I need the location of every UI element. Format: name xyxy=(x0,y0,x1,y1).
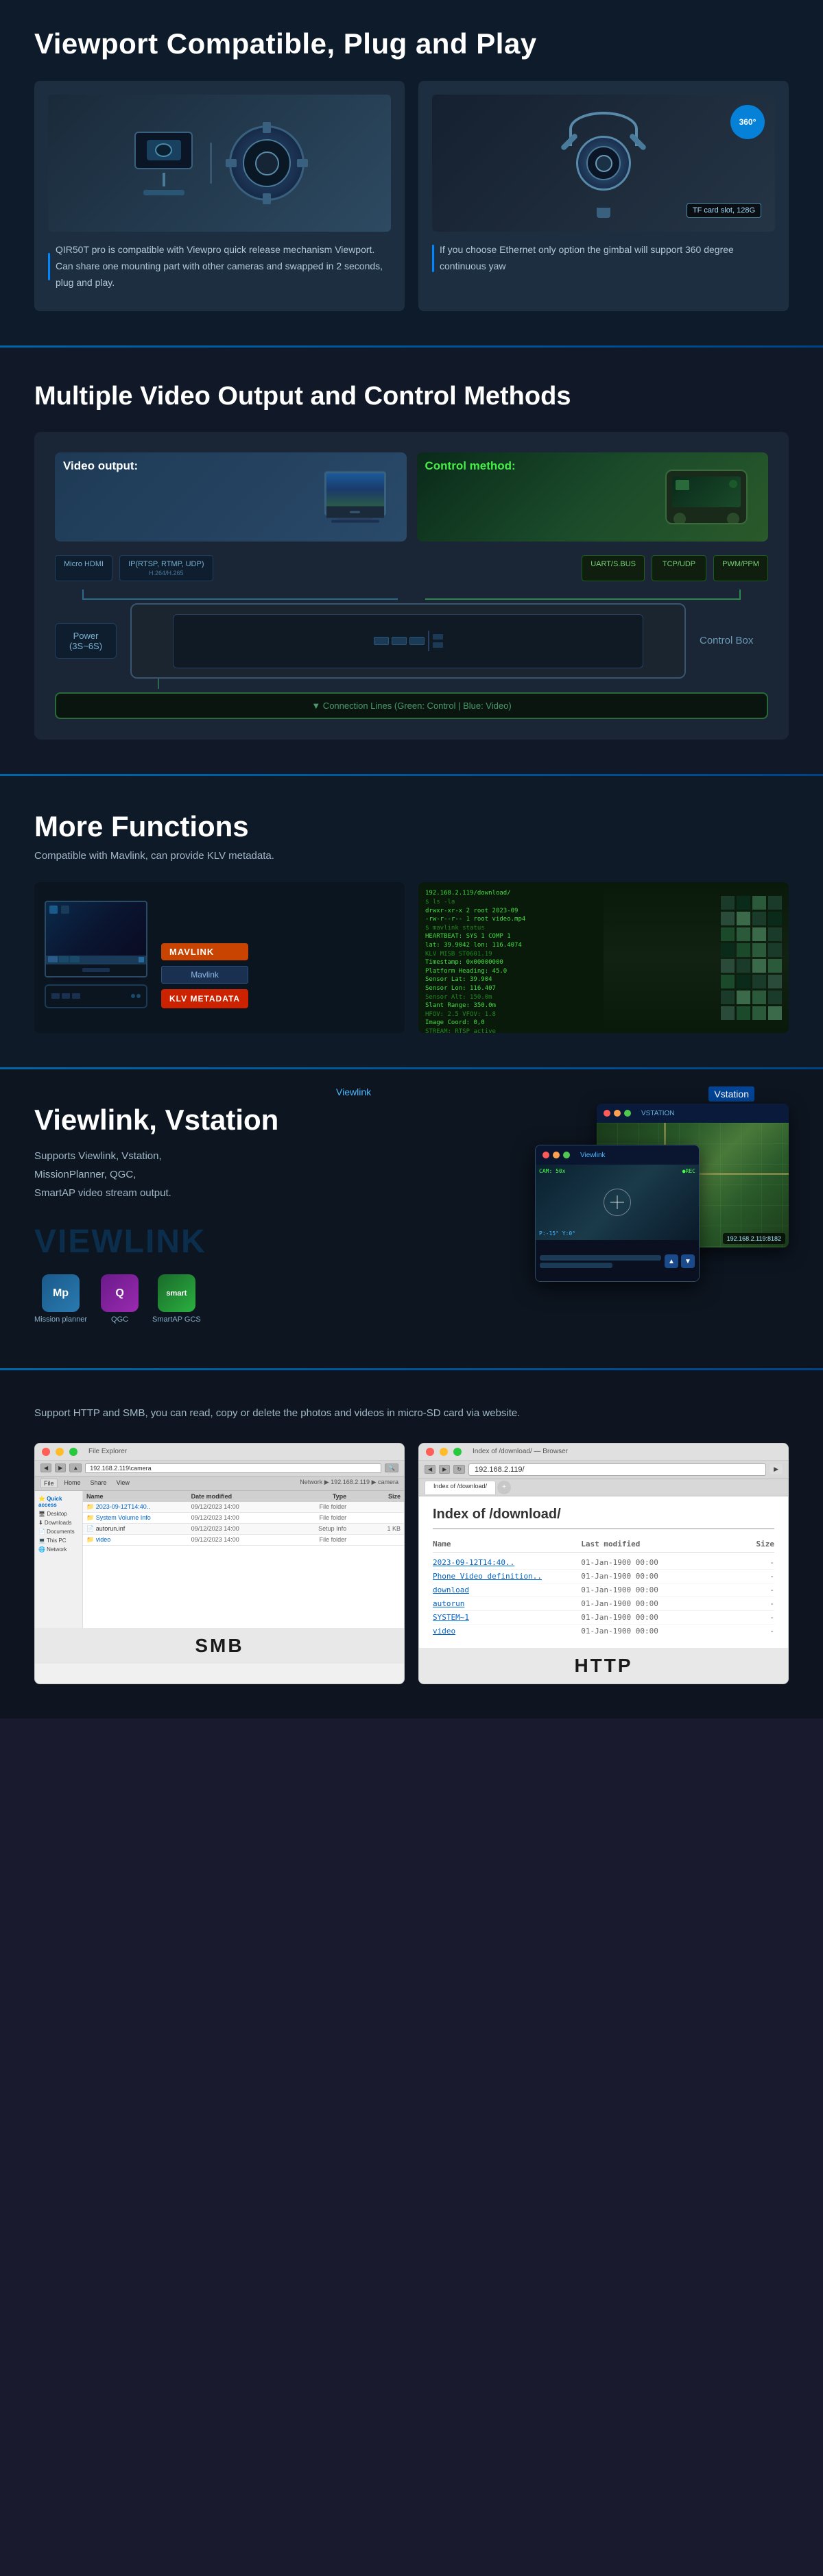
http-file-row-6[interactable]: video 01-Jan-1900 00:00 - xyxy=(433,1625,774,1638)
smb-box: File Explorer ◀ ▶ ▲ 192.168.2.119\camera… xyxy=(34,1443,405,1684)
card-left-desc: QIR50T pro is compatible with Viewpro qu… xyxy=(56,242,391,291)
home-menu[interactable]: Home xyxy=(62,1479,84,1488)
desktop-nav[interactable]: 🖥 Desktop xyxy=(38,1509,79,1518)
app-icons-row: Mp Mission planner Q QGC smart SmartAP G… xyxy=(34,1274,295,1324)
section-video: Multiple Video Output and Control Method… xyxy=(0,348,823,774)
app-label-qgc: QGC xyxy=(111,1315,128,1324)
video-output-label: Video output: xyxy=(63,459,138,473)
http-label: HTTP xyxy=(419,1648,788,1684)
win-min-btn-smb[interactable] xyxy=(56,1448,64,1456)
view-menu[interactable]: View xyxy=(114,1479,132,1488)
search-btn[interactable]: 🔍 xyxy=(385,1463,398,1472)
thispc-nav[interactable]: 💻 This PC xyxy=(38,1536,79,1545)
mavlink-sub-badge: Mavlink xyxy=(161,966,248,984)
win-max-btn-smb[interactable] xyxy=(69,1448,77,1456)
app-icon-smartap: smart SmartAP GCS xyxy=(152,1274,201,1324)
badge-360: 360° xyxy=(730,105,765,139)
back-btn[interactable]: ◀ xyxy=(40,1463,51,1472)
control-box-device xyxy=(130,603,686,679)
card-right-image: 360° TF card slot, 128G xyxy=(432,95,775,232)
smb-label: SMB xyxy=(35,1628,404,1664)
app-icon-mp: Mp Mission planner xyxy=(34,1274,87,1324)
section-functions: More Functions Compatible with Mavlink, … xyxy=(0,776,823,1067)
video-title: Multiple Video Output and Control Method… xyxy=(34,382,789,411)
terminal-box: 192.168.2.119/download/ $ ls -la drwxr-x… xyxy=(418,882,789,1033)
pwm-ppm-node: PWM/PPM xyxy=(713,555,768,581)
video-output-panel: Video output: xyxy=(55,452,407,542)
uart-sbus-node: UART/S.BUS xyxy=(582,555,645,581)
smb-address-bar[interactable]: 192.168.2.119\camera xyxy=(85,1463,381,1473)
win-max-btn-http[interactable] xyxy=(453,1448,462,1456)
forward-btn[interactable]: ▶ xyxy=(55,1463,66,1472)
video-diagram: Video output: Control method: xyxy=(34,432,789,740)
card-left-image xyxy=(48,95,391,232)
section-viewport: Viewport Compatible, Plug and Play xyxy=(0,0,823,345)
micro-hdmi-node: Micro HDMI xyxy=(55,555,112,581)
mavlink-box: MAVLINK Mavlink KLV METADATA xyxy=(34,882,405,1033)
functions-images: MAVLINK Mavlink KLV METADATA xyxy=(34,882,789,1033)
viewlink-title: Viewlink, Vstation xyxy=(34,1104,295,1137)
win-min-btn-http[interactable] xyxy=(440,1448,448,1456)
http-file-row-4[interactable]: autorun 01-Jan-1900 00:00 - xyxy=(433,1597,774,1611)
klv-badge: KLV METADATA xyxy=(161,989,248,1008)
control-box-label: Control Box xyxy=(700,635,768,647)
http-images: File Explorer ◀ ▶ ▲ 192.168.2.119\camera… xyxy=(34,1443,789,1684)
app-label-mp: Mission planner xyxy=(34,1315,87,1324)
new-tab-btn[interactable]: + xyxy=(497,1481,511,1494)
share-menu[interactable]: Share xyxy=(88,1479,110,1488)
card-right-desc: If you choose Ethernet only option the g… xyxy=(440,242,775,275)
browser-tab[interactable]: Index of /download/ xyxy=(425,1481,496,1494)
viewport-card-right: 360° TF card slot, 128G xyxy=(418,81,789,311)
viewlink-map-label: Viewlink xyxy=(336,1086,371,1097)
up-btn[interactable]: ▲ xyxy=(69,1463,82,1472)
quick-access-nav[interactable]: ⭐ Quick access xyxy=(38,1494,79,1509)
section-http: Support HTTP and SMB, you can read, copy… xyxy=(0,1370,823,1718)
network-nav[interactable]: 🌐 Network xyxy=(38,1545,79,1554)
app-icon-qgc: Q QGC xyxy=(101,1274,139,1324)
browser-back[interactable]: ◀ xyxy=(425,1465,436,1474)
viewlink-brand: VIEWLINK xyxy=(34,1223,295,1261)
http-file-row-5[interactable]: SYSTEM~1 01-Jan-1900 00:00 - xyxy=(433,1611,774,1625)
http-url-bar[interactable]: 192.168.2.119/ xyxy=(468,1463,766,1476)
browser-forward[interactable]: ▶ xyxy=(439,1465,450,1474)
smb-file-row-4[interactable]: 📁 video 09/12/2023 14:00 File folder xyxy=(83,1535,404,1546)
ip-rtsp-node: IP(RTSP, RTMP, UDP) H.264/H.265 xyxy=(119,555,213,581)
viewport-cards: QIR50T pro is compatible with Viewpro qu… xyxy=(34,81,789,311)
tf-badge: TF card slot, 128G xyxy=(687,203,761,218)
smb-file-row-3[interactable]: 📄 autorun.inf 09/12/2023 14:00 Setup Inf… xyxy=(83,1524,404,1535)
smb-file-row-2[interactable]: 📁 System Volume Info 09/12/2023 14:00 Fi… xyxy=(83,1513,404,1524)
http-file-row-3[interactable]: download 01-Jan-1900 00:00 - xyxy=(433,1583,774,1597)
control-method-label: Control method: xyxy=(425,459,516,473)
viewport-card-left: QIR50T pro is compatible with Viewpro qu… xyxy=(34,81,405,311)
control-method-panel: Control method: xyxy=(417,452,769,542)
viewport-title: Viewport Compatible, Plug and Play xyxy=(34,27,789,60)
app-label-smartap: SmartAP GCS xyxy=(152,1315,201,1324)
file-menu[interactable]: File xyxy=(40,1479,58,1488)
browser-refresh[interactable]: ↻ xyxy=(453,1465,465,1474)
http-description: Support HTTP and SMB, you can read, copy… xyxy=(34,1405,789,1422)
section-viewlink: Viewlink, Vstation Supports Viewlink, Vs… xyxy=(0,1069,823,1368)
functions-description: Compatible with Mavlink, can provide KLV… xyxy=(34,850,789,862)
documents-nav[interactable]: 📄 Documents xyxy=(38,1527,79,1536)
mavlink-badge: MAVLINK xyxy=(161,943,248,960)
browser-go[interactable]: ▶ xyxy=(770,1464,783,1474)
downloads-nav[interactable]: ⬇ Downloads xyxy=(38,1518,79,1527)
smb-file-row-1[interactable]: 📁 2023-09-12T14:40.. 09/12/2023 14:00 Fi… xyxy=(83,1502,404,1513)
tcp-udp-node: TCP/UDP xyxy=(652,555,706,581)
functions-title: More Functions xyxy=(34,810,789,843)
http-file-row-1[interactable]: 2023-09-12T14:40.. 01-Jan-1900 00:00 - xyxy=(433,1556,774,1570)
http-file-row-2[interactable]: Phone Video definition.. 01-Jan-1900 00:… xyxy=(433,1570,774,1583)
win-close-btn-smb[interactable] xyxy=(42,1448,50,1456)
viewlink-card: Viewlink CAM: 50x ●REC P:-15° Y:0° xyxy=(535,1145,700,1282)
power-label: Power (3S~6S) xyxy=(55,623,117,659)
viewlink-description: Supports Viewlink, Vstation, MissionPlan… xyxy=(34,1147,295,1202)
win-close-btn-http[interactable] xyxy=(426,1448,434,1456)
http-box: Index of /download/ — Browser ◀ ▶ ↻ 192.… xyxy=(418,1443,789,1684)
http-page-title: Index of /download/ xyxy=(433,1507,774,1529)
vstation-map-label: Vstation xyxy=(708,1086,754,1102)
